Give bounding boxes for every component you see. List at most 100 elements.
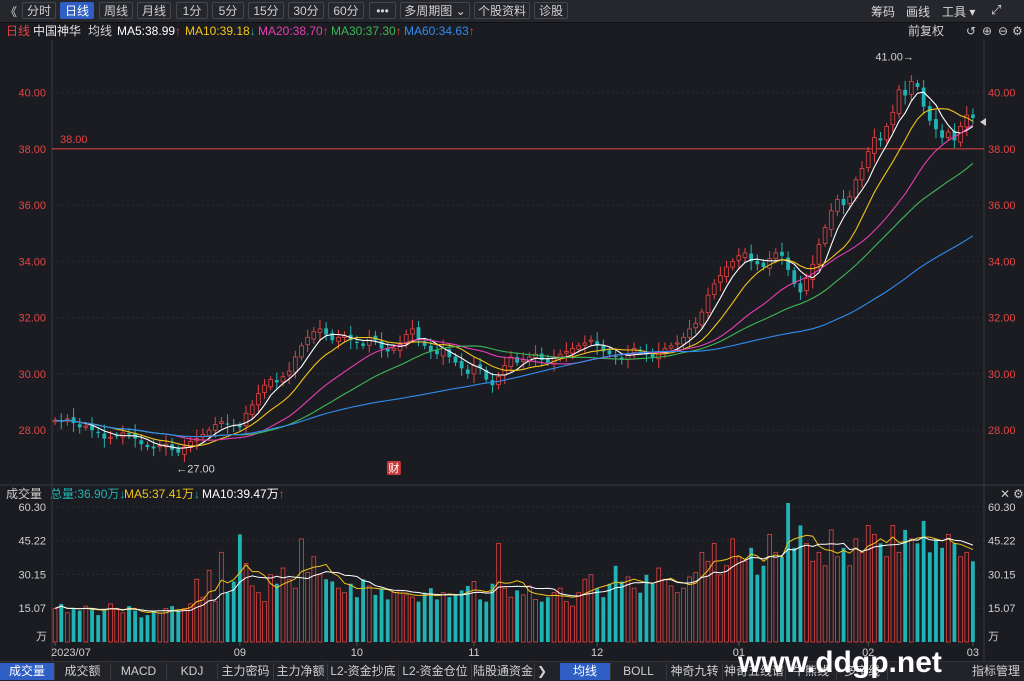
candle-body	[921, 87, 926, 107]
volume-bar	[225, 592, 230, 642]
candle-body	[293, 356, 298, 373]
overlay-tab-bull-bear[interactable]: 牛熊线	[786, 663, 837, 680]
candle-body	[206, 429, 212, 436]
candle-body	[693, 322, 699, 329]
volume-bar	[336, 587, 341, 643]
volume-bar	[77, 610, 82, 642]
overlay-tab-td9[interactable]: 神奇九转	[667, 663, 723, 680]
candle-body	[804, 277, 809, 292]
candle-body	[909, 80, 914, 95]
price-tick-left: 36.00	[18, 200, 46, 212]
candle-body	[77, 424, 82, 428]
tabs-next-icon[interactable]: ❯	[535, 663, 549, 680]
volume-tick-right: 15.07	[988, 603, 1016, 615]
volume-bar	[859, 551, 865, 643]
candle-body	[176, 448, 181, 453]
price-tick-left: 30.00	[18, 369, 46, 381]
volume-bar	[293, 587, 298, 643]
overlay-tab-long-short[interactable]: 多空线	[837, 663, 888, 680]
candle-body	[971, 114, 975, 118]
volume-bar	[176, 610, 181, 642]
volume-bar	[927, 552, 932, 642]
volume-bar	[822, 565, 828, 643]
candle-body	[588, 339, 594, 342]
volume-bar	[792, 547, 797, 642]
indicator-manage-button[interactable]: 指标管理	[968, 663, 1024, 680]
candle-body	[773, 252, 779, 259]
candle-body	[471, 365, 477, 375]
candle-body	[435, 350, 439, 355]
indicator-tabs: 成交量 成交额 MACD KDJ 主力密码 主力净额 L2-资金抄底 L2-资金…	[0, 646, 1024, 681]
volume-bar	[527, 585, 532, 643]
volume-bar	[410, 596, 415, 643]
indicator-tab-main-net[interactable]: 主力净额	[274, 663, 328, 680]
volume-bar	[570, 605, 575, 643]
volume-bar	[330, 581, 335, 642]
candle-body	[822, 227, 828, 244]
volume-bar	[299, 538, 304, 643]
candle-body	[699, 311, 705, 326]
volume-bar	[878, 543, 883, 642]
indicator-tab-volume[interactable]: 成交量	[0, 663, 55, 680]
volume-bar	[459, 590, 464, 642]
price-tick-right: 38.00	[988, 144, 1016, 156]
volume-bar	[804, 542, 809, 643]
x-axis-label: 09	[234, 647, 246, 659]
overlay-tab-five-lines[interactable]: 神奇五线谱	[723, 663, 786, 680]
volume-tick-left: 15.07	[18, 603, 46, 615]
finance-report-label: 财	[388, 461, 399, 475]
volume-bar	[533, 599, 538, 643]
indicator-tab-turnover[interactable]: 成交额	[55, 663, 111, 680]
volume-bar	[206, 569, 212, 643]
indicator-tab-macd[interactable]: MACD	[111, 663, 167, 680]
candle-body	[151, 446, 156, 449]
overlay-tab-boll[interactable]: BOLL	[611, 663, 667, 680]
volume-bar	[638, 592, 643, 642]
candle-body	[355, 341, 359, 343]
volume-bar	[274, 583, 279, 642]
volume-bar	[508, 596, 514, 643]
candle-body	[687, 328, 692, 338]
volume-bar	[447, 597, 452, 642]
indicator-tab-kdj[interactable]: KDJ	[167, 663, 218, 680]
indicator-tab-l2-bottom[interactable]: L2-资金抄底	[328, 663, 399, 680]
candle-body	[243, 412, 249, 427]
candle-body	[96, 431, 101, 433]
candle-body	[798, 283, 803, 293]
volume-bar	[102, 610, 107, 642]
candle-body	[557, 353, 563, 358]
overlay-tab-ma[interactable]: 均线	[560, 663, 611, 680]
kline-chart[interactable]: 40.00 40.00 38.00 38.00 36.00 36.00 34.00 34.00…	[0, 0, 1024, 661]
volume-bar	[145, 615, 150, 642]
x-axis-label: 2023/07	[51, 647, 91, 659]
candle-body	[828, 210, 834, 230]
candle-body	[878, 138, 883, 141]
volume-bar	[435, 599, 439, 642]
candle-body	[305, 336, 310, 346]
candle-body	[71, 417, 76, 424]
volume-bar	[182, 607, 187, 643]
volume-tick-right: 45.22	[988, 536, 1016, 548]
volume-bar	[311, 556, 317, 643]
candle-body	[274, 380, 279, 383]
candle-body	[286, 370, 292, 376]
x-axis-label: 12	[591, 647, 603, 659]
candle-body	[711, 283, 717, 295]
candle-body	[311, 331, 317, 340]
candle-body	[786, 257, 791, 270]
volume-bar	[909, 538, 914, 643]
volume-bar	[828, 529, 834, 643]
candle-body	[361, 343, 365, 346]
price-tick-right: 28.00	[988, 425, 1016, 437]
indicator-tab-northbound[interactable]: 陆股通资金	[472, 663, 535, 680]
indicator-tab-l2-position[interactable]: L2-资金仓位	[399, 663, 472, 680]
candle-body	[465, 369, 470, 374]
price-tick-right: 36.00	[988, 200, 1016, 212]
indicator-tab-main-code[interactable]: 主力密码	[218, 663, 274, 680]
candle-body	[336, 336, 341, 342]
volume-bar	[397, 590, 403, 643]
price-tick-right: 34.00	[988, 256, 1016, 268]
volume-bar	[724, 565, 729, 643]
candle-body	[299, 345, 304, 358]
candle-body	[761, 262, 766, 268]
